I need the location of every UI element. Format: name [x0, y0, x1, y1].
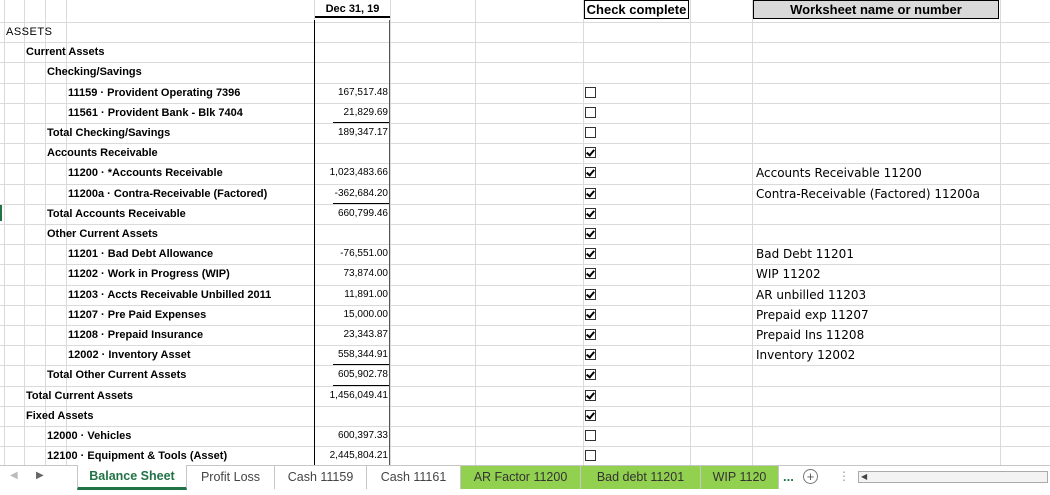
sheet-tab[interactable]: AR Factor 11200	[461, 466, 581, 489]
account-label: Accounts Receivable	[47, 147, 158, 159]
checked-checkbox[interactable]	[585, 248, 596, 259]
grid-column-line	[390, 0, 391, 465]
sheet-tab[interactable]: Profit Loss	[187, 466, 275, 489]
grid-column-line	[690, 0, 691, 465]
account-label: 11201 · Bad Debt Allowance	[68, 248, 214, 260]
sheet-tab[interactable]: Cash 11159	[275, 466, 367, 489]
account-label: 11202 · Work in Progress (WIP)	[68, 268, 230, 280]
checked-checkbox[interactable]	[585, 228, 596, 239]
checked-checkbox[interactable]	[585, 410, 596, 421]
sheet-tab-bar: ◀ ▶ Balance Sheet Profit Loss Cash 11159 Ca…	[0, 465, 1050, 495]
date-column-frame	[314, 20, 390, 465]
sheet-tab[interactable]: WIP 1120	[701, 466, 779, 489]
unchecked-checkbox[interactable]	[585, 107, 596, 118]
account-label: 11207 · Pre Paid Expenses	[68, 309, 207, 321]
account-label: 11561 · Provident Bank - Blk 7404	[68, 107, 243, 119]
horizontal-scrollbar[interactable]: ◀	[858, 471, 1048, 483]
account-label: Checking/Savings	[47, 66, 142, 78]
sheet-tab[interactable]: Balance Sheet	[77, 465, 187, 490]
grid-row-line	[0, 42, 1050, 43]
checked-checkbox[interactable]	[585, 188, 596, 199]
account-label: 12002 · Inventory Asset	[68, 349, 191, 361]
unchecked-checkbox[interactable]	[585, 87, 596, 98]
checked-checkbox[interactable]	[585, 349, 596, 360]
worksheet-name-header: Worksheet name or number	[753, 0, 999, 19]
scroll-left-icon[interactable]: ◀	[861, 472, 867, 481]
tab-options-icon[interactable]: ⋮	[838, 469, 850, 483]
account-label: Total Checking/Savings	[47, 127, 171, 139]
grid-row-line	[0, 426, 1050, 427]
unchecked-checkbox[interactable]	[585, 127, 596, 138]
grid-column-line	[583, 0, 584, 465]
grid-column-line	[475, 0, 476, 465]
grid-row-line	[0, 22, 1050, 23]
grid-row-line	[0, 62, 1050, 63]
date-column-header: Dec 31, 19	[315, 1, 390, 18]
account-label: 11159 · Provident Operating 7396	[68, 87, 241, 99]
account-label: Total Accounts Receivable	[47, 208, 186, 220]
checked-checkbox[interactable]	[585, 208, 596, 219]
unchecked-checkbox[interactable]	[585, 450, 596, 461]
caret-right-icon[interactable]: ▶	[36, 470, 44, 481]
worksheet-reference: Prepaid exp 11207	[756, 308, 869, 322]
row-selection-marker	[0, 205, 2, 221]
checked-checkbox[interactable]	[585, 309, 596, 320]
checked-checkbox[interactable]	[585, 329, 596, 340]
caret-left-icon[interactable]: ◀	[10, 470, 18, 481]
worksheet-reference: Bad Debt 11201	[756, 247, 854, 261]
account-label: Fixed Assets	[26, 410, 94, 422]
account-label: 11200a · Contra-Receivable (Factored)	[68, 188, 268, 200]
account-label: 11203 · Accts Receivable Unbilled 2011	[68, 289, 272, 301]
check-complete-header: Check complete	[584, 0, 689, 19]
checked-checkbox[interactable]	[585, 369, 596, 380]
worksheet-reference: Contra-Receivable (Factored) 11200a	[756, 187, 980, 201]
checked-checkbox[interactable]	[585, 289, 596, 300]
account-label: 12100 · Equipment & Tools (Asset)	[47, 450, 228, 462]
account-label: 12000 · Vehicles	[47, 430, 132, 442]
grid-row-line	[0, 386, 1050, 387]
worksheet-reference: Prepaid Ins 11208	[756, 328, 865, 342]
grid-column-line	[4, 0, 5, 465]
grid-column-line	[24, 0, 25, 465]
spreadsheet-grid[interactable]: Dec 31, 19 Check complete Worksheet name…	[0, 0, 1050, 465]
worksheet-reference: Inventory 12002	[756, 348, 856, 362]
account-label: 11200 · *Accounts Receivable	[68, 167, 223, 179]
account-label: 11208 · Prepaid Insurance	[68, 329, 204, 341]
account-label: ASSETS	[6, 26, 53, 38]
worksheet-reference: AR unbilled 11203	[756, 288, 867, 302]
account-label: Current Assets	[26, 46, 105, 58]
checked-checkbox[interactable]	[585, 167, 596, 178]
account-label: Total Other Current Assets	[47, 369, 187, 381]
worksheet-reference: Accounts Receivable 11200	[756, 166, 922, 180]
grid-row-line	[0, 406, 1050, 407]
more-tabs-indicator[interactable]: ...	[783, 469, 794, 484]
account-label: Other Current Assets	[47, 228, 158, 240]
unchecked-checkbox[interactable]	[585, 430, 596, 441]
checked-checkbox[interactable]	[585, 147, 596, 158]
sheet-tab[interactable]: Cash 11161	[367, 466, 461, 489]
account-label: Total Current Assets	[26, 390, 133, 402]
grid-column-line	[752, 0, 753, 465]
plus-circle-icon[interactable]: +	[803, 469, 818, 484]
worksheet-reference: WIP 11202	[756, 267, 821, 281]
grid-column-line	[1000, 0, 1001, 465]
sheet-tab[interactable]: Bad debt 11201	[581, 466, 701, 489]
checked-checkbox[interactable]	[585, 390, 596, 401]
checked-checkbox[interactable]	[585, 268, 596, 279]
